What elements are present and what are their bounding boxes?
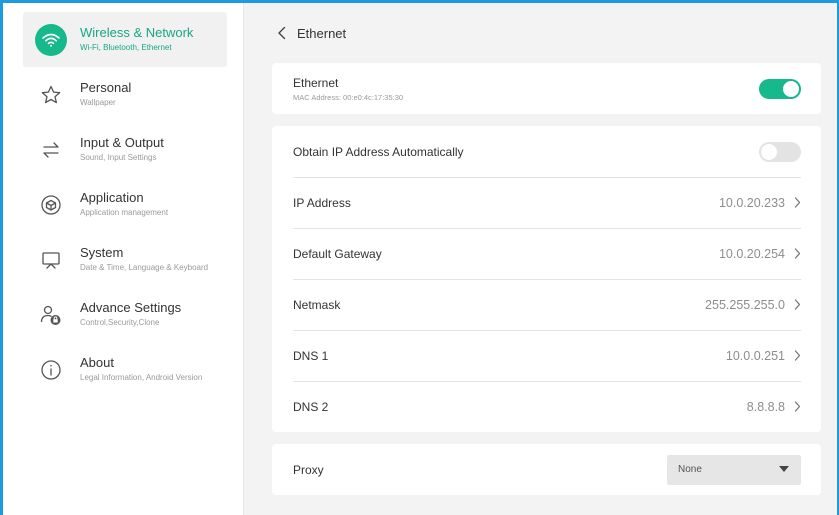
info-icon xyxy=(35,354,67,386)
cube-icon xyxy=(35,189,67,221)
sidebar-item-subtitle: Wi-Fi, Bluetooth, Ethernet xyxy=(80,43,172,52)
obtain-ip-label: Obtain IP Address Automatically xyxy=(293,144,464,159)
sidebar-item-input-output[interactable]: Input & Output Sound, Input Settings xyxy=(23,122,227,177)
sidebar-item-wireless-network[interactable]: Wireless & Network Wi-Fi, Bluetooth, Eth… xyxy=(23,12,227,67)
sidebar-item-subtitle: Wallpaper xyxy=(80,98,116,107)
sidebar-item-system[interactable]: System Date & Time, Language & Keyboard xyxy=(23,232,227,287)
netmask-row[interactable]: Netmask 255.255.255.0 xyxy=(272,279,821,330)
mac-address: MAC Address: 00:e0:4c:17:35:30 xyxy=(293,92,404,102)
sidebar-item-subtitle: Application management xyxy=(80,208,169,217)
chevron-right-icon xyxy=(794,197,801,208)
star-icon xyxy=(35,79,67,111)
proxy-select[interactable]: None xyxy=(667,454,801,485)
row-value-group[interactable]: 255.255.255.0 xyxy=(705,298,801,312)
ethernet-toggle[interactable] xyxy=(759,78,801,99)
monitor-icon xyxy=(35,244,67,276)
sidebar-item-about[interactable]: About Legal Information, Android Version xyxy=(23,342,227,397)
wifi-icon xyxy=(35,23,67,56)
sidebar-item-advance-settings[interactable]: Advance Settings Control,Security,Clone xyxy=(23,287,227,342)
ip-address-row[interactable]: IP Address 10.0.20.233 xyxy=(272,177,821,228)
arrows-swap-icon xyxy=(35,134,67,166)
proxy-selected-value: None xyxy=(678,464,702,475)
sidebar-item-application[interactable]: Application Application management xyxy=(23,177,227,232)
row-value-group[interactable]: 10.0.20.254 xyxy=(719,247,801,261)
back-chevron-icon[interactable] xyxy=(277,26,287,40)
sidebar-item-subtitle: Control,Security,Clone xyxy=(80,318,160,327)
default-gateway-row[interactable]: Default Gateway 10.0.20.254 xyxy=(272,228,821,279)
sidebar: Wireless & Network Wi-Fi, Bluetooth, Eth… xyxy=(3,3,244,515)
ethernet-card: Ethernet MAC Address: 00:e0:4c:17:35:30 xyxy=(272,63,821,114)
chevron-right-icon xyxy=(794,401,801,412)
sidebar-item-subtitle: Legal Information, Android Version xyxy=(80,373,203,382)
row-label: DNS 1 xyxy=(293,348,329,363)
chevron-right-icon xyxy=(794,248,801,259)
row-value-group[interactable]: 8.8.8.8 xyxy=(747,400,801,414)
netmask-value: 255.255.255.0 xyxy=(705,297,785,312)
sidebar-item-title: Wireless & Network xyxy=(80,25,194,40)
row-value-group[interactable]: 10.0.20.233 xyxy=(719,196,801,210)
dns2-value: 8.8.8.8 xyxy=(746,399,785,414)
row-value-group[interactable]: 10.0.0.251 xyxy=(726,349,801,363)
user-lock-icon xyxy=(35,299,67,331)
sidebar-item-personal[interactable]: Personal Wallpaper xyxy=(23,67,227,122)
sidebar-item-title: About xyxy=(80,355,114,370)
ethernet-row: Ethernet MAC Address: 00:e0:4c:17:35:30 xyxy=(272,63,821,114)
sidebar-item-title: Advance Settings xyxy=(80,300,182,315)
sidebar-item-subtitle: Date & Time, Language & Keyboard xyxy=(80,263,209,272)
page-title: Ethernet xyxy=(297,25,347,41)
proxy-card: Proxy None xyxy=(272,444,821,495)
chevron-right-icon xyxy=(794,350,801,361)
proxy-label: Proxy xyxy=(293,462,324,477)
toggle-knob xyxy=(783,80,799,97)
proxy-row: Proxy None xyxy=(272,444,821,495)
dns1-row[interactable]: DNS 1 10.0.0.251 xyxy=(272,330,821,381)
chevron-right-icon xyxy=(794,299,801,310)
sidebar-item-title: System xyxy=(80,245,124,260)
dns2-row[interactable]: DNS 2 8.8.8.8 xyxy=(272,381,821,432)
sidebar-item-title: Personal xyxy=(80,80,132,95)
main-panel: Ethernet Ethernet MAC Address: 00:e0:4c:… xyxy=(244,3,837,515)
dns1-value: 10.0.0.251 xyxy=(725,348,785,363)
row-label: Netmask xyxy=(293,297,341,312)
sidebar-item-subtitle: Sound, Input Settings xyxy=(80,153,157,162)
sidebar-item-title: Application xyxy=(80,190,144,205)
toggle-knob xyxy=(761,143,777,160)
ip-settings-card: Obtain IP Address Automatically IP Addre… xyxy=(272,126,821,432)
default-gateway-value: 10.0.20.254 xyxy=(718,246,785,261)
ip-address-value: 10.0.20.233 xyxy=(718,195,785,210)
obtain-ip-row: Obtain IP Address Automatically xyxy=(272,126,821,177)
row-label: IP Address xyxy=(293,195,351,210)
ethernet-label: Ethernet xyxy=(293,75,339,90)
obtain-ip-toggle[interactable] xyxy=(759,141,801,162)
dropdown-arrow-icon xyxy=(779,464,789,475)
settings-window: Wireless & Network Wi-Fi, Bluetooth, Eth… xyxy=(0,0,839,515)
sidebar-item-title: Input & Output xyxy=(80,135,164,150)
page-header: Ethernet xyxy=(272,3,837,63)
row-label: Default Gateway xyxy=(293,246,382,261)
row-label: DNS 2 xyxy=(293,399,329,414)
